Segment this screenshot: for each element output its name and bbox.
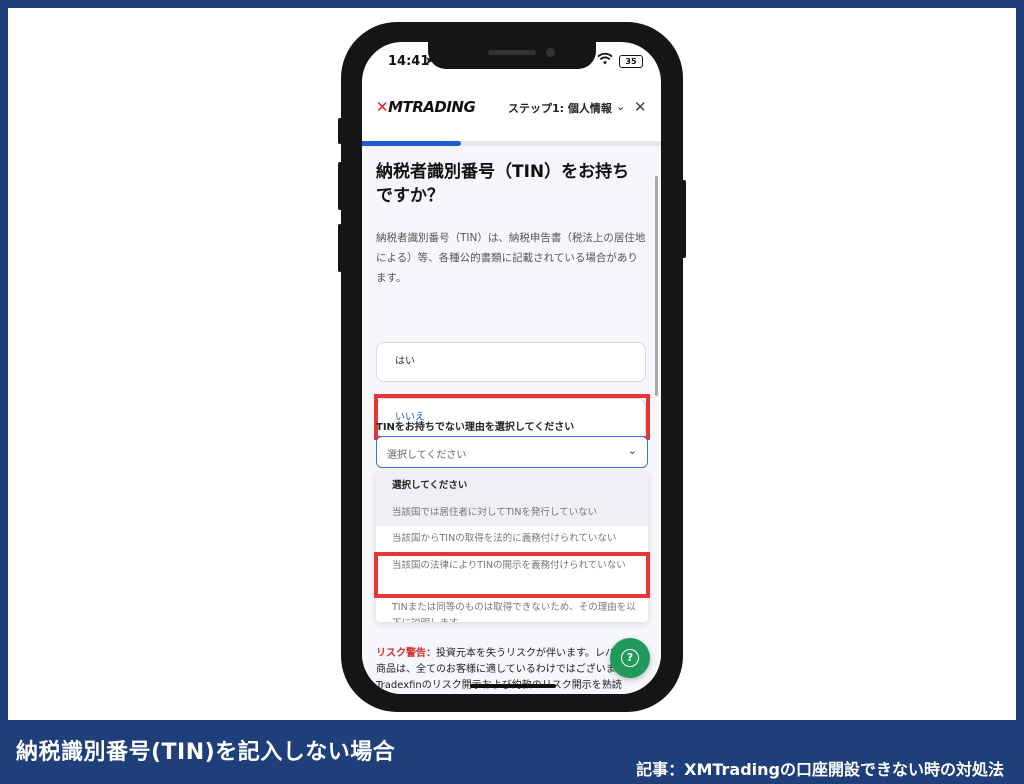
highlight-box-reason xyxy=(374,552,650,598)
reason-select-value: 選択してください xyxy=(387,450,467,461)
logo-mark-icon: ✕ xyxy=(376,98,389,116)
close-icon[interactable]: ✕ xyxy=(634,98,647,116)
status-time: 14:41 xyxy=(388,54,430,69)
caption-article-link[interactable]: 記事：XMTradingの口座開設できない時の対処法 xyxy=(636,756,1004,780)
earpiece-speaker xyxy=(488,50,536,55)
risk-warning-label: リスク警告： xyxy=(376,648,436,659)
option-yes[interactable]: はい xyxy=(376,342,646,382)
step-indicator[interactable]: ステップ1: 個人情報 xyxy=(508,100,612,116)
caption-bar: 納税識別番号(TIN)を記入しない場合 記事：XMTradingの口座開設できな… xyxy=(0,720,1024,784)
reason-select-label: TINをお持ちでない理由を選択してください xyxy=(376,422,575,433)
scrollbar[interactable] xyxy=(655,176,658,396)
reason-select[interactable]: 選択してください ⌄ xyxy=(376,436,648,468)
home-indicator xyxy=(470,684,556,688)
wifi-icon xyxy=(597,52,613,65)
caption-title: 納税識別番号(TIN)を記入しない場合 xyxy=(16,740,396,765)
logo-text: MTRADING xyxy=(388,98,476,116)
dropdown-item[interactable]: TINまたは同等のものは取得できないため、その理由を以下に説明します xyxy=(376,596,648,622)
help-button[interactable]: ? xyxy=(610,638,650,678)
page-title: 納税者識別番号（TIN）をお持ちですか？ xyxy=(376,162,630,206)
dropdown-item[interactable]: 当該国からTINの取得を法的に義務付けられていない xyxy=(376,526,648,552)
dropdown-item[interactable]: 選択してください xyxy=(376,472,648,500)
tin-description: 納税者識別番号（TIN）は、納税申告書（税法上の居住地による）等、各種公的書類に… xyxy=(376,232,646,284)
dropdown-item[interactable]: 当該国では居住者に対してTINを発行していない xyxy=(376,500,648,526)
app-header: ✕MTRADING ステップ1: 個人情報 ⌄ ✕ xyxy=(362,86,661,134)
battery-icon: 35 xyxy=(619,55,643,68)
reason-dropdown: 選択してください 当該国では居住者に対してTINを発行していない 当該国からTI… xyxy=(376,472,648,622)
highlight-box-no xyxy=(374,394,650,440)
phone-screen: 14:41 ➤ 35 ✕MTRADING ステップ1: 個人情報 ⌄ ✕ 納税者… xyxy=(362,42,661,694)
phone-notch xyxy=(428,42,596,69)
form-content: 納税者識別番号（TIN）をお持ちですか？ 納税者識別番号（TIN）は、納税申告書… xyxy=(362,146,661,694)
chevron-down-icon: ⌄ xyxy=(627,444,637,457)
chevron-down-icon[interactable]: ⌄ xyxy=(616,100,625,113)
question-icon: ? xyxy=(621,649,639,667)
xmtrading-logo[interactable]: ✕MTRADING xyxy=(376,98,476,116)
front-camera xyxy=(546,48,555,57)
